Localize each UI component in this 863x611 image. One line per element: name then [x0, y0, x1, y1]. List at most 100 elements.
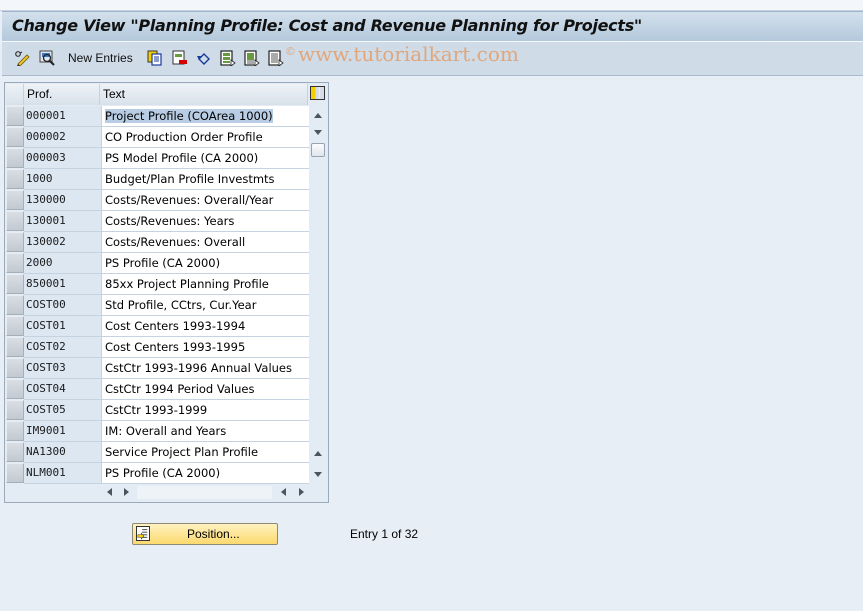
cell-text-value: Std Profile, CCtrs, Cur.Year	[105, 298, 257, 312]
column-header-prof[interactable]: Prof.	[24, 84, 100, 105]
cell-prof: 000001	[24, 106, 101, 127]
cell-text[interactable]: Service Project Plan Profile	[101, 442, 309, 463]
select-all-rows-header[interactable]	[6, 84, 24, 105]
cell-text[interactable]: Budget/Plan Profile Investmts	[101, 169, 309, 190]
table-row[interactable]: 2000 PS Profile (CA 2000)	[6, 253, 309, 274]
table-settings-icon[interactable]	[310, 86, 325, 100]
cell-text[interactable]: Project Profile (COArea 1000)	[101, 106, 309, 127]
row-selector[interactable]	[6, 442, 24, 462]
row-selector[interactable]	[6, 358, 24, 378]
cell-text[interactable]: Costs/Revenues: Overall/Year	[101, 190, 309, 211]
cell-text[interactable]: PS Profile (CA 2000)	[101, 253, 309, 274]
table-row[interactable]: COST03 CstCtr 1993-1996 Annual Values	[6, 358, 309, 379]
cell-text[interactable]: Cost Centers 1993-1995	[101, 337, 309, 358]
table-row[interactable]: 000001 Project Profile (COArea 1000)	[6, 106, 309, 127]
copy-as-icon[interactable]	[147, 50, 163, 66]
row-selector[interactable]	[6, 148, 24, 168]
table-row[interactable]: 130001 Costs/Revenues: Years	[6, 211, 309, 232]
cell-text-value: PS Profile (CA 2000)	[105, 466, 221, 480]
table-row[interactable]: 130002 Costs/Revenues: Overall	[6, 232, 309, 253]
arrow-down-icon	[314, 129, 322, 135]
table-row[interactable]: 130000 Costs/Revenues: Overall/Year	[6, 190, 309, 211]
cell-text[interactable]: IM: Overall and Years	[101, 421, 309, 442]
row-selector[interactable]	[6, 190, 24, 210]
table-row[interactable]: COST04 CstCtr 1994 Period Values	[6, 379, 309, 400]
position-button-label: Position...	[187, 527, 240, 541]
cell-text[interactable]: CstCtr 1993-1996 Annual Values	[101, 358, 309, 379]
scroll-left-end-button[interactable]	[277, 486, 289, 498]
page-title: Change View "Planning Profile: Cost and …	[12, 16, 642, 35]
new-entries-button[interactable]: New Entries	[68, 51, 133, 65]
row-selector[interactable]	[6, 232, 24, 252]
change-display-icon[interactable]	[14, 50, 30, 66]
scroll-down-button[interactable]	[311, 125, 325, 139]
table-row[interactable]: 000002 CO Production Order Profile	[6, 127, 309, 148]
column-header-text[interactable]: Text	[100, 84, 308, 105]
cell-text[interactable]: CstCtr 1993-1999	[101, 400, 309, 421]
scroll-right-end-button[interactable]	[295, 486, 307, 498]
row-selector[interactable]	[6, 463, 24, 483]
position-icon	[136, 526, 150, 541]
row-selector[interactable]	[6, 316, 24, 336]
arrow-up-icon	[314, 450, 322, 456]
table-row[interactable]: 000003 PS Model Profile (CA 2000)	[6, 148, 309, 169]
cell-text-value: Costs/Revenues: Overall/Year	[105, 193, 274, 207]
cell-prof: NA1300	[24, 442, 101, 463]
deselect-all-icon[interactable]	[268, 50, 284, 66]
row-selector[interactable]	[6, 337, 24, 357]
cell-text-value: CO Production Order Profile	[105, 130, 263, 144]
row-selector[interactable]	[6, 211, 24, 231]
scroll-right-button[interactable]	[120, 486, 132, 498]
cell-text[interactable]: 85xx Project Planning Profile	[101, 274, 309, 295]
table-body: 000001 Project Profile (COArea 1000) 00000…	[6, 106, 309, 484]
select-block-icon[interactable]	[244, 50, 260, 66]
undo-change-icon[interactable]	[196, 50, 212, 66]
scroll-page-up-button[interactable]	[311, 446, 325, 460]
row-selector[interactable]	[6, 400, 24, 420]
scroll-page-down-button[interactable]	[311, 467, 325, 481]
vertical-scrollbar[interactable]	[309, 106, 326, 484]
cell-text-value: Costs/Revenues: Overall	[105, 235, 246, 249]
profiles-table: Prof. Text 000001 Project Profile (COArea…	[4, 82, 329, 503]
cell-text-value: Cost Centers 1993-1994	[105, 319, 246, 333]
scroll-thumb[interactable]	[311, 143, 325, 157]
arrow-up-icon	[314, 112, 322, 118]
row-selector[interactable]	[6, 106, 24, 126]
table-row[interactable]: NLM001 PS Profile (CA 2000)	[6, 463, 309, 484]
cell-text[interactable]: CO Production Order Profile	[101, 127, 309, 148]
scroll-up-button[interactable]	[311, 108, 325, 122]
scroll-left-button[interactable]	[103, 486, 115, 498]
arrow-left-icon	[280, 488, 286, 496]
details-icon[interactable]	[39, 50, 55, 66]
cell-text[interactable]: PS Model Profile (CA 2000)	[101, 148, 309, 169]
horizontal-scroll-track[interactable]	[137, 486, 272, 499]
delete-icon[interactable]	[172, 50, 188, 66]
horizontal-scrollbar[interactable]	[5, 484, 325, 500]
cell-text[interactable]: Costs/Revenues: Years	[101, 211, 309, 232]
table-row[interactable]: IM9001 IM: Overall and Years	[6, 421, 309, 442]
table-row[interactable]: COST05 CstCtr 1993-1999	[6, 400, 309, 421]
table-row[interactable]: COST02 Cost Centers 1993-1995	[6, 337, 309, 358]
select-all-icon[interactable]	[220, 50, 236, 66]
cell-text-value: CstCtr 1994 Period Values	[105, 382, 255, 396]
table-row[interactable]: 850001 85xx Project Planning Profile	[6, 274, 309, 295]
cell-text[interactable]: Std Profile, CCtrs, Cur.Year	[101, 295, 309, 316]
table-row[interactable]: 1000 Budget/Plan Profile Investmts	[6, 169, 309, 190]
row-selector[interactable]	[6, 253, 24, 273]
row-selector[interactable]	[6, 295, 24, 315]
cell-text[interactable]: CstCtr 1994 Period Values	[101, 379, 309, 400]
row-selector[interactable]	[6, 169, 24, 189]
cell-prof: COST02	[24, 337, 101, 358]
cell-text[interactable]: PS Profile (CA 2000)	[101, 463, 309, 484]
table-row[interactable]: COST00 Std Profile, CCtrs, Cur.Year	[6, 295, 309, 316]
row-selector[interactable]	[6, 274, 24, 294]
table-row[interactable]: COST01 Cost Centers 1993-1994	[6, 316, 309, 337]
row-selector[interactable]	[6, 127, 24, 147]
position-button[interactable]: Position...	[132, 523, 278, 545]
table-row[interactable]: NA1300 Service Project Plan Profile	[6, 442, 309, 463]
cell-text[interactable]: Costs/Revenues: Overall	[101, 232, 309, 253]
row-selector[interactable]	[6, 379, 24, 399]
cell-text[interactable]: Cost Centers 1993-1994	[101, 316, 309, 337]
cell-text-value: Costs/Revenues: Years	[105, 214, 235, 228]
row-selector[interactable]	[6, 421, 24, 441]
